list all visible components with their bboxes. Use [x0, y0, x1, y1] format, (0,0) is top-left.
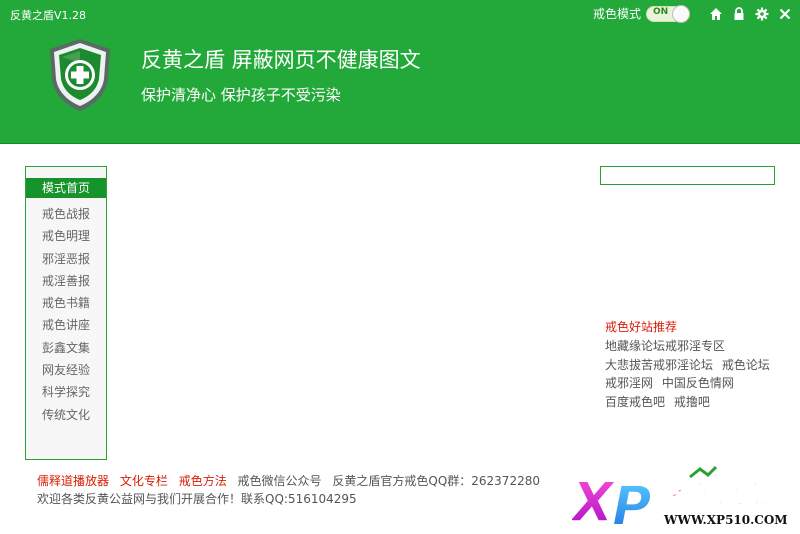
toggle-state: ON [653, 6, 669, 17]
footer-cooperation: 欢迎各类反黄公益网与我们开展合作！联系QQ:516104295 [37, 492, 357, 506]
sidebar-item[interactable]: 彭鑫文集 [26, 337, 106, 359]
recommend-row: 戒邪淫网 中国反色情网 [605, 374, 775, 393]
toggle-knob[interactable] [672, 4, 690, 23]
recommend-link[interactable]: 戒撸吧 [674, 395, 710, 409]
gear-icon[interactable] [755, 7, 769, 21]
sidebar-nav: 模式首页 戒色战报 戒色明理 邪淫恶报 戒淫善报 戒色书籍 戒色讲座 彭鑫文集 … [25, 166, 107, 460]
recommend-row: 大悲拔苦戒邪淫论坛 戒色论坛 [605, 356, 775, 375]
recommend-link[interactable]: 中国反色情网 [662, 376, 734, 390]
footer-links: 儒释道播放器 文化专栏 戒色方法 戒色微信公众号 反黄之盾官方戒色QQ群：262… [37, 472, 547, 489]
footer-link-culture[interactable]: 文化专栏 [120, 474, 168, 488]
sidebar-item[interactable]: 戒色书籍 [26, 292, 106, 314]
recommend-link[interactable]: 戒邪淫网 [605, 376, 653, 390]
sidebar-item-active[interactable]: 模式首页 [26, 178, 106, 198]
sidebar-item[interactable]: 传统文化 [26, 404, 106, 426]
banner-subline: 保护清净心 保护孩子不受污染 [141, 86, 341, 104]
recommend-link[interactable]: 地藏缘论坛戒邪淫专区 [605, 339, 725, 353]
svg-text:X: X [572, 471, 616, 531]
footer-link-method[interactable]: 戒色方法 [179, 474, 227, 488]
app-title: 反黄之盾V1.28 [10, 9, 87, 22]
footer-link-wechat[interactable]: 戒色微信公众号 [238, 474, 322, 488]
sidebar-item[interactable]: 戒色讲座 [26, 314, 106, 336]
svg-text:P: P [612, 475, 652, 531]
sidebar-item[interactable]: 戒色战报 [26, 203, 106, 225]
recommend-panel: 戒色好站推荐 地藏缘论坛戒邪淫专区 大悲拔苦戒邪淫论坛 戒色论坛 戒邪淫网 中国… [605, 318, 775, 411]
recommend-link[interactable]: 戒色论坛 [722, 358, 770, 372]
header-banner: 反黄之盾V1.28 戒色模式 ON 反黄之盾 屏蔽网页不健康图文 保护清净心 保… [0, 0, 800, 144]
recommend-link[interactable]: 大悲拔苦戒邪淫论坛 [605, 358, 713, 372]
home-icon[interactable] [709, 7, 723, 21]
shield-logo-icon [46, 37, 114, 113]
footer-qq-group: 反黄之盾官方戒色QQ群：262372280 [332, 474, 540, 488]
footer-link-player[interactable]: 儒释道播放器 [37, 474, 109, 488]
watermark-url: WWW.XP510.COM [663, 513, 788, 527]
watermark-brand: 系统之家 [668, 480, 768, 509]
mode-label: 戒色模式 [592, 7, 641, 21]
mode-toggle[interactable]: ON [646, 4, 690, 23]
recommend-row: 百度戒色吧 戒撸吧 [605, 393, 775, 412]
banner-headline: 反黄之盾 屏蔽网页不健康图文 [141, 48, 421, 72]
search-input[interactable] [600, 166, 775, 185]
sidebar-item[interactable]: 网友经验 [26, 359, 106, 381]
recommend-title: 戒色好站推荐 [605, 320, 678, 334]
sidebar-item[interactable]: 戒色明理 [26, 225, 106, 247]
sidebar-item[interactable]: 邪淫恶报 [26, 248, 106, 270]
recommend-link[interactable]: 百度戒色吧 [605, 395, 665, 409]
sidebar-item[interactable]: 戒淫善报 [26, 270, 106, 292]
sidebar-item[interactable]: 科学探究 [26, 381, 106, 403]
watermark-logo: X P 系统之家 WWW.XP510.COM [568, 465, 798, 534]
lock-icon[interactable] [732, 6, 746, 21]
close-icon[interactable] [778, 7, 792, 21]
recommend-row: 地藏缘论坛戒邪淫专区 [605, 337, 775, 356]
top-controls: 戒色模式 ON [592, 4, 792, 23]
